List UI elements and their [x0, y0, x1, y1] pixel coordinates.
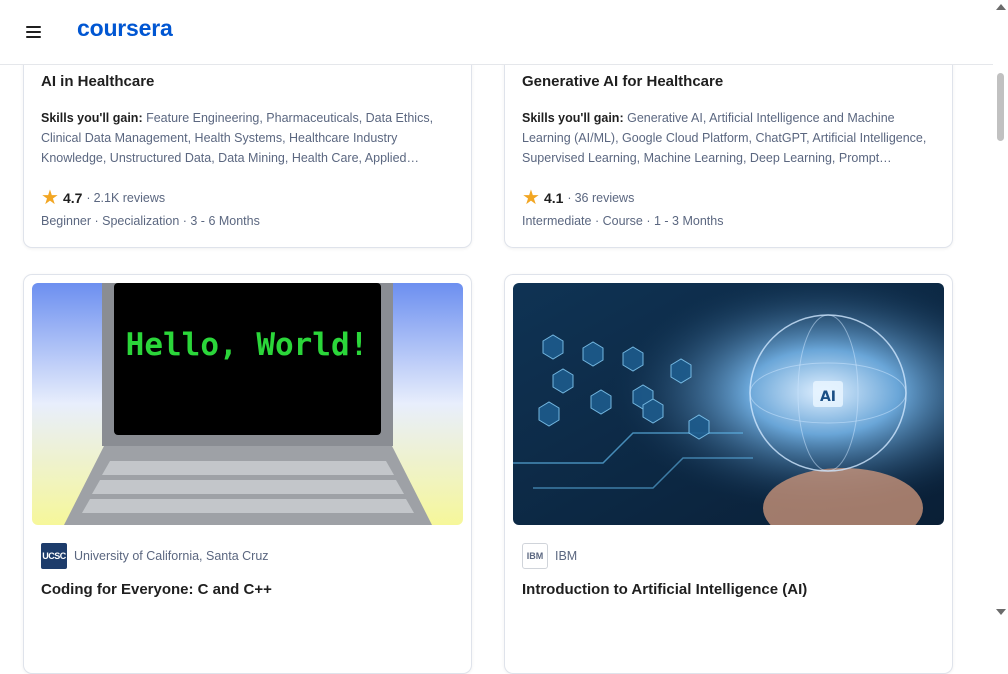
coursera-logo[interactable]: coursera [77, 15, 173, 42]
review-count: 36 reviews [574, 191, 635, 205]
scroll-up-arrow-icon[interactable] [996, 4, 1006, 10]
hello-world-text: Hello, World! [126, 327, 369, 363]
course-meta: Beginner · Specialization · 3 - 6 Months [41, 214, 260, 228]
rating-row: ★ 4.1 · 36 reviews [522, 187, 634, 209]
partner-name: University of California, Santa Cruz [74, 549, 269, 563]
course-meta: Intermediate · Course · 1 - 3 Months [522, 214, 724, 228]
course-thumbnail[interactable]: Hello, World! [32, 283, 463, 525]
rating-separator: · [567, 191, 572, 205]
star-icon: ★ [41, 187, 59, 209]
rating-value: 4.1 [543, 190, 564, 206]
partner-row: IBM IBM [522, 543, 577, 569]
skills-label: Skills you'll gain: [522, 111, 624, 125]
skills-label: Skills you'll gain: [41, 111, 143, 125]
scrollbar-thumb[interactable] [997, 73, 1004, 141]
skills-text: Skills you'll gain: Generative AI, Artif… [522, 108, 932, 168]
course-card[interactable]: AI IBM IBM Introduction to Artificial In… [504, 274, 953, 674]
page-scrollbar[interactable] [993, 0, 1008, 621]
hamburger-menu-icon[interactable] [26, 25, 42, 39]
partner-logo: UCSC [41, 543, 67, 569]
star-icon: ★ [522, 187, 540, 209]
rating-separator: · [86, 191, 91, 205]
partner-name: IBM [555, 549, 578, 563]
top-header: coursera [0, 0, 993, 65]
course-card[interactable]: Hello, World! UCSC University of Califor… [23, 274, 472, 674]
course-thumbnail[interactable]: AI [513, 283, 944, 525]
rating-row: ★ 4.7 · 2.1K reviews [41, 187, 165, 209]
skills-text: Skills you'll gain: Feature Engineering,… [41, 108, 451, 168]
review-count: 2.1K reviews [93, 191, 166, 205]
scroll-down-arrow-icon[interactable] [996, 609, 1006, 615]
partner-row: UCSC University of California, Santa Cru… [41, 543, 269, 569]
course-title[interactable]: AI in Healthcare [41, 73, 154, 90]
ai-chip-text: AI [820, 389, 836, 405]
partner-logo: IBM [522, 543, 548, 569]
course-title[interactable]: Generative AI for Healthcare [522, 73, 723, 90]
course-title[interactable]: Introduction to Artificial Intelligence … [522, 581, 807, 598]
rating-value: 4.7 [62, 190, 83, 206]
course-title[interactable]: Coding for Everyone: C and C++ [41, 581, 272, 598]
